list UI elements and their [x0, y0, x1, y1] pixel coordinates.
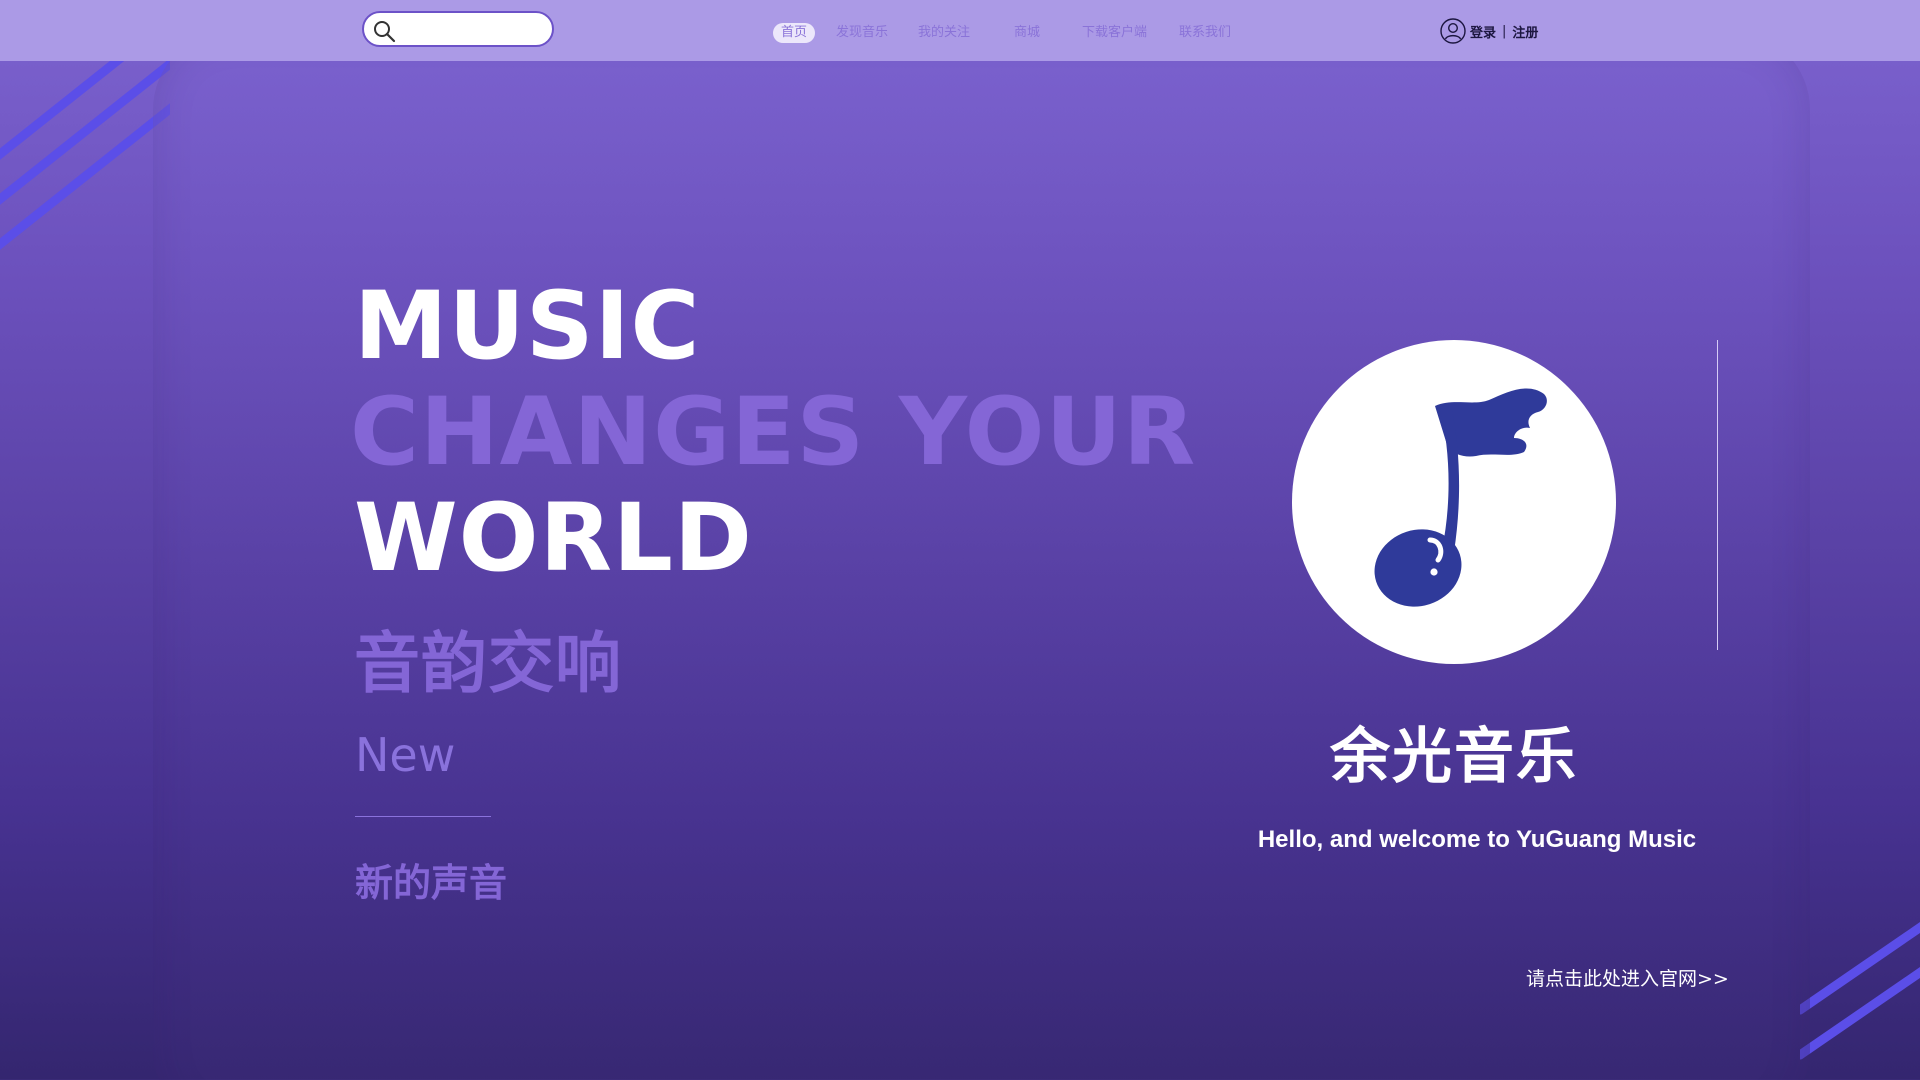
account-links: 登录 | 注册	[1440, 17, 1538, 45]
brand-name: 余光音乐	[1330, 722, 1578, 792]
login-link[interactable]: 登录	[1470, 22, 1496, 41]
logo-side-divider	[1717, 340, 1718, 650]
top-navigation-bar: 首页 发现音乐 我的关注 商城 下载客户端 联系我们 登录 | 注册	[0, 0, 1920, 61]
search-input[interactable]	[402, 17, 546, 43]
hero-subtitle: 新的声音	[355, 861, 508, 905]
hero-chinese-title: 音韵交响	[354, 625, 622, 702]
hero-headline-line-3: WORLD	[354, 484, 753, 593]
hero-headline-line-1: MUSIC	[354, 272, 701, 381]
search-box[interactable]	[362, 11, 554, 47]
hero-new-label: New	[355, 728, 456, 782]
nav-item-download-client[interactable]: 下载客户端	[1082, 23, 1147, 43]
nav-item-my-follows[interactable]: 我的关注	[918, 23, 970, 43]
nav-item-home[interactable]: 首页	[773, 23, 816, 43]
enter-site-link[interactable]: 请点击此处进入官网>>	[1526, 964, 1729, 991]
nav-item-contact-us[interactable]: 联系我们	[1179, 23, 1231, 43]
welcome-text: Hello, and welcome to YuGuang Music	[1257, 826, 1697, 853]
hero-divider	[355, 816, 491, 817]
nav-item-store[interactable]: 商城	[1014, 23, 1040, 43]
user-icon[interactable]	[1440, 18, 1466, 44]
register-link[interactable]: 注册	[1512, 22, 1538, 41]
search-icon[interactable]	[372, 19, 396, 43]
nav-item-discover-music[interactable]: 发现音乐	[836, 23, 888, 43]
music-note-icon	[1374, 388, 1547, 607]
account-separator: |	[1502, 23, 1507, 39]
brand-logo	[1292, 340, 1616, 664]
decorative-stripes-bottom-right	[1800, 922, 1920, 1060]
hero-headline-line-2: CHANGES YOUR	[350, 378, 1197, 487]
